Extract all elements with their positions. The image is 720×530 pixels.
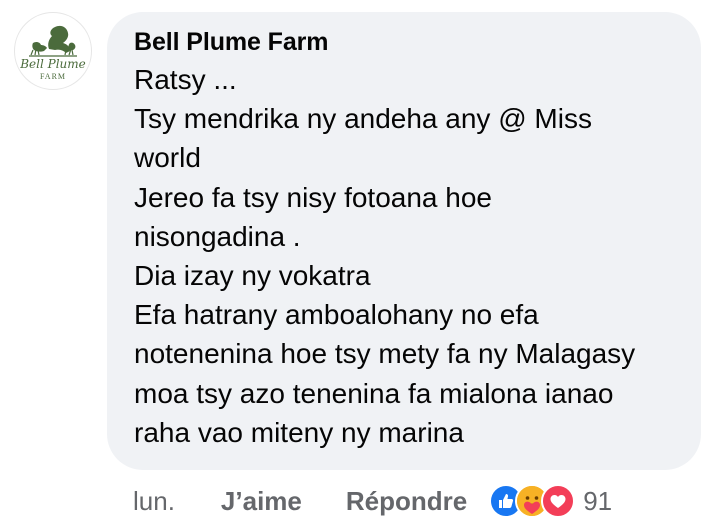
avatar[interactable]: Bell Plume FARM [14, 12, 92, 90]
comment-line: world [134, 142, 201, 174]
comment-line: Ratsy ... [134, 64, 237, 95]
comment-line: notenenina hoe tsy mety fa ny Malagasy [134, 338, 636, 370]
comment-line: moa tsy azo tenenina fa mialona ianao [134, 377, 614, 409]
comment-line: nisongadina . [134, 220, 301, 252]
reaction-count: 91 [583, 485, 613, 516]
comment-text: Ratsy ... Tsy mendrika ny andeha any @ M… [134, 60, 675, 452]
comment-author[interactable]: Bell Plume Farm [134, 26, 675, 58]
reply-button[interactable]: Répondre [346, 486, 467, 517]
comment-line: Dia izay ny vokatra [134, 260, 371, 292]
logo-text: Bell Plume [20, 57, 86, 71]
reactions-summary[interactable]: 91 [489, 484, 612, 518]
comment-timestamp[interactable]: lun. [133, 486, 175, 517]
comment-line: Tsy mendrika ny andeha any @ Miss [134, 103, 592, 135]
comment-line: raha vao miteny ny marina [134, 416, 464, 448]
comment-line: Jereo fa tsy nisy fotoana hoe [134, 181, 492, 213]
comment: Bell Plume FARM Bell Plume Farm Ratsy ..… [0, 0, 720, 530]
comment-actions: lun. J’aime Répondre 91 [133, 481, 612, 521]
love-icon [541, 484, 576, 518]
comment-line: Efa hatrany amboalohany no efa [134, 299, 539, 331]
logo-subtext: FARM [39, 72, 67, 81]
like-button[interactable]: J’aime [221, 486, 302, 517]
comment-bubble: Bell Plume Farm Ratsy ... Tsy mendrika n… [107, 12, 701, 470]
